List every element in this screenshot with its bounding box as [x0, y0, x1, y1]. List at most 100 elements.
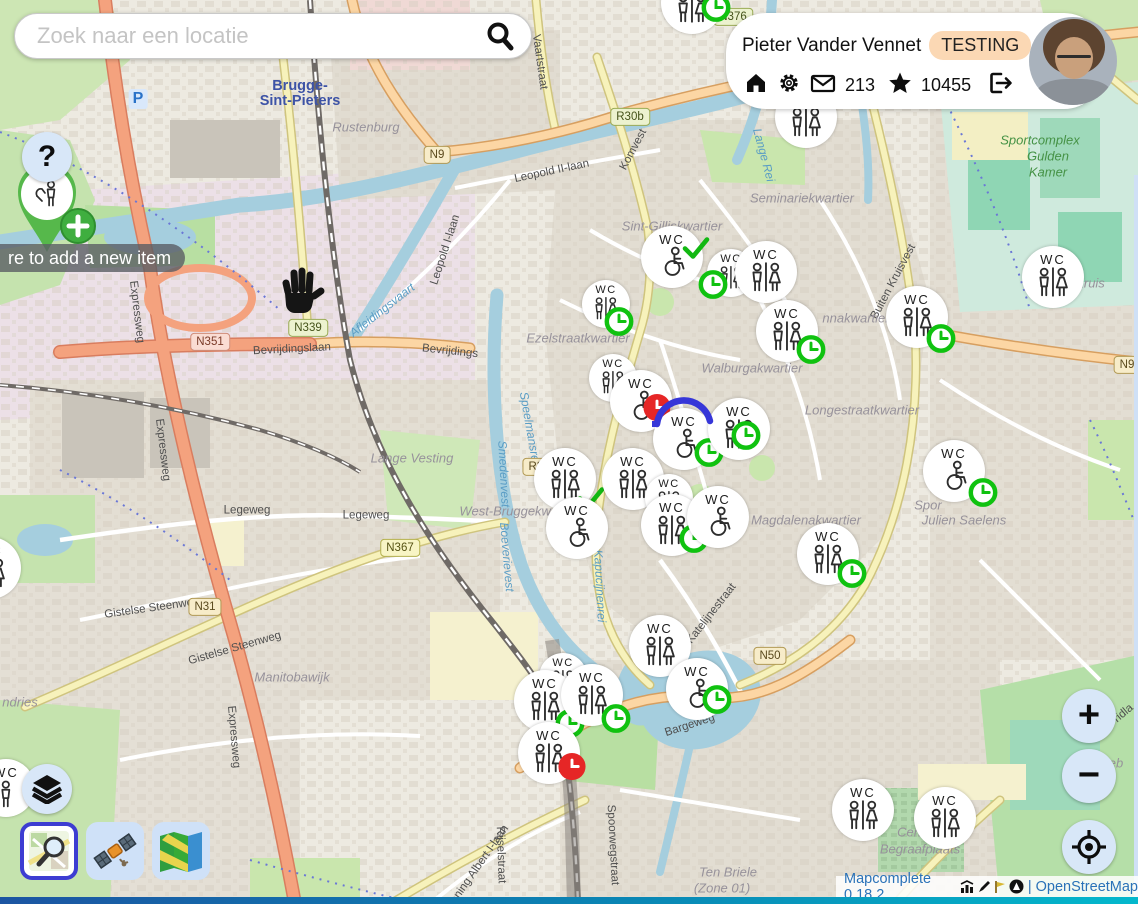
restroom-figures-icon	[527, 690, 563, 724]
messages-envelope-icon[interactable]	[810, 72, 836, 99]
toilet-marker[interactable]: WC	[641, 226, 703, 288]
toilet-marker-label: WC	[904, 293, 930, 306]
folded-map-icon	[158, 830, 204, 872]
restroom-figures-icon	[574, 684, 610, 718]
flag-icon[interactable]	[993, 880, 1007, 894]
restroom-figures-icon	[748, 261, 784, 295]
search-icon[interactable]	[483, 19, 517, 53]
wheelchair-icon	[700, 506, 736, 540]
toilet-marker[interactable]: WC	[1022, 246, 1084, 308]
toilet-marker[interactable]: WC	[582, 280, 630, 328]
restroom-figures-icon	[721, 418, 757, 452]
toilet-marker[interactable]: WC	[923, 440, 985, 502]
wheelchair-icon	[654, 246, 690, 280]
messages-count: 213	[845, 75, 875, 96]
toilet-marker-label: WC	[579, 671, 605, 684]
toilet-marker-label: WC	[552, 658, 573, 669]
statistics-icon[interactable]	[960, 880, 975, 894]
layers-button[interactable]	[22, 764, 72, 814]
wheelchair-icon	[679, 678, 715, 712]
toilet-marker[interactable]: WC	[797, 523, 859, 585]
toilet-marker-label: WC	[932, 794, 958, 807]
toilet-marker-label: WC	[1040, 253, 1066, 266]
toilet-marker[interactable]: WC	[708, 398, 770, 460]
changes-count: 10455	[921, 75, 971, 96]
toilet-marker-label: WC	[753, 248, 779, 261]
restroom-figures-icon	[0, 557, 8, 591]
settings-gear-icon[interactable]	[777, 71, 801, 100]
toilet-marker[interactable]: WC	[756, 300, 818, 362]
toilet-marker-label: WC	[628, 377, 654, 390]
restroom-figures-icon	[845, 799, 881, 833]
toilet-marker-label: WC	[620, 455, 646, 468]
zoom-in-button[interactable]: +	[1062, 689, 1116, 743]
crosshair-icon	[1070, 828, 1108, 866]
toilet-marker-label: WC	[536, 729, 562, 742]
location-search-bar[interactable]	[14, 13, 532, 59]
osm-link[interactable]: OpenStreetMap	[1036, 879, 1138, 895]
toilet-marker-label: WC	[552, 455, 578, 468]
plus-icon: +	[1078, 696, 1100, 734]
toilet-marker-label: WC	[564, 504, 590, 517]
restroom-figures-icon	[899, 306, 935, 340]
toilet-marker-label: WC	[647, 622, 673, 635]
home-icon[interactable]	[744, 71, 768, 100]
toilet-marker[interactable]: WC	[914, 787, 976, 849]
restroom-figures-icon	[642, 635, 678, 669]
carto-map-icon	[27, 829, 71, 873]
restroom-figures-icon	[531, 742, 567, 776]
layers-icon	[31, 774, 63, 804]
toilet-marker[interactable]: WC	[653, 408, 715, 470]
toilet-marker-label: WC	[941, 447, 967, 460]
wheelchair-icon	[623, 390, 659, 424]
toilet-marker-label: WC	[658, 479, 679, 490]
wheelchair-icon	[666, 428, 702, 462]
theme-color-strip	[0, 897, 1138, 904]
edit-pencil-icon[interactable]	[977, 880, 991, 894]
geolocate-button[interactable]	[1062, 820, 1116, 874]
wheelchair-icon	[559, 517, 595, 551]
testing-mode-badge: TESTING	[929, 31, 1031, 60]
toilet-marker[interactable]: WC	[561, 664, 623, 726]
mapillary-icon[interactable]	[1009, 879, 1024, 894]
toilet-marker[interactable]: WC	[666, 658, 728, 720]
star-icon	[888, 71, 912, 100]
basemap-style-folded-map[interactable]	[152, 822, 210, 880]
toilet-marker-label: WC	[602, 359, 623, 370]
attribution-separator: |	[1028, 879, 1032, 895]
restroom-figures-icon	[592, 296, 620, 322]
toilet-marker-label: WC	[595, 285, 616, 296]
toilet-marker-label: WC	[774, 307, 800, 320]
toilet-marker[interactable]: WC	[546, 497, 608, 559]
minus-icon: −	[1078, 756, 1100, 794]
logout-icon[interactable]	[988, 71, 1014, 100]
question-mark: ?	[38, 140, 56, 174]
toilet-marker[interactable]: WC	[832, 779, 894, 841]
user-avatar[interactable]	[1029, 17, 1117, 105]
search-input[interactable]	[35, 22, 483, 50]
restroom-figures-icon	[810, 543, 846, 577]
toilet-marker-label: WC	[815, 530, 841, 543]
user-panel[interactable]: Pieter Vander Vennet TESTING 213	[726, 13, 1104, 109]
toilet-marker[interactable]: WC	[886, 286, 948, 348]
map-view[interactable]: Brugge-Sint-PietersRustenburgVaartstraat…	[0, 0, 1138, 904]
restroom-figures-icon	[927, 807, 963, 841]
toilet-marker[interactable]: WC	[518, 722, 580, 784]
toilet-marker-label: WC	[659, 501, 685, 514]
help-button[interactable]: ?	[22, 132, 72, 182]
basemap-style-satellite[interactable]	[86, 822, 144, 880]
zoom-out-button[interactable]: −	[1062, 749, 1116, 803]
panel-edge-strip	[1134, 175, 1138, 897]
toilet-marker-label: WC	[0, 766, 19, 779]
restroom-figures-icon	[674, 0, 710, 27]
add-item-tooltip: re to add a new item	[0, 244, 185, 272]
toilet-marker-label: WC	[0, 544, 3, 557]
restroom-figures-icon	[788, 106, 824, 140]
toilet-marker-label: WC	[671, 415, 697, 428]
toilet-marker-label: WC	[726, 405, 752, 418]
toilet-marker[interactable]: WC	[687, 486, 749, 548]
basemap-style-carto[interactable]	[20, 822, 78, 880]
toilet-marker-label: WC	[684, 665, 710, 678]
toilet-marker[interactable]: WC	[735, 241, 797, 303]
user-name: Pieter Vander Vennet	[742, 35, 921, 57]
